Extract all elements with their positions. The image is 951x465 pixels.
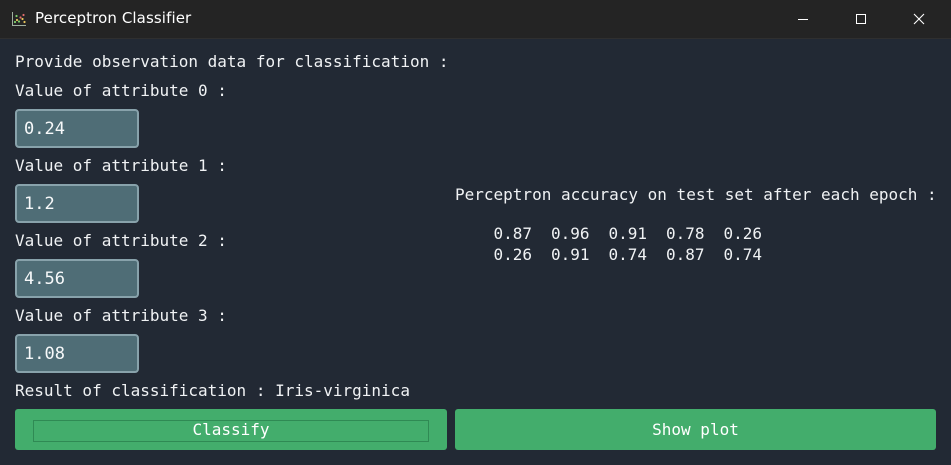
close-button[interactable]	[890, 0, 948, 38]
window-title: Perceptron Classifier	[35, 9, 192, 27]
accuracy-value: 0.26	[493, 245, 533, 264]
attribute-3-label: Value of attribute 3 :	[15, 306, 227, 325]
accuracy-row-2: 0.26 0.91 0.74 0.87 0.74	[455, 228, 781, 282]
attribute-2-input[interactable]	[17, 261, 137, 296]
accuracy-value: 0.74	[723, 245, 763, 264]
attribute-1-input[interactable]	[17, 186, 137, 221]
scatter-plot-icon	[11, 11, 27, 27]
attribute-2-label: Value of attribute 2 :	[15, 231, 227, 250]
form-prompt: Provide observation data for classificat…	[15, 52, 449, 71]
attribute-0-field[interactable]	[15, 109, 139, 148]
app-window: Perceptron Classifier Provide observatio…	[0, 0, 951, 465]
attribute-1-label: Value of attribute 1 :	[15, 156, 227, 175]
minimize-button[interactable]	[774, 0, 832, 38]
show-plot-button-label: Show plot	[652, 420, 739, 439]
accuracy-value: 0.74	[608, 245, 648, 264]
accuracy-heading: Perceptron accuracy on test set after ea…	[455, 185, 937, 204]
maximize-button[interactable]	[832, 0, 890, 38]
maximize-icon	[855, 13, 867, 25]
title-bar[interactable]: Perceptron Classifier	[0, 0, 951, 39]
attribute-0-label: Value of attribute 0 :	[15, 81, 227, 100]
close-icon	[913, 13, 925, 25]
classify-button[interactable]: Classify	[15, 409, 447, 450]
classification-result: Result of classification : Iris-virginic…	[15, 381, 410, 400]
minimize-icon	[797, 13, 809, 25]
attribute-0-input[interactable]	[17, 111, 137, 146]
attribute-2-field[interactable]	[15, 259, 139, 298]
attribute-3-input[interactable]	[17, 336, 137, 371]
accuracy-value: 0.87	[666, 245, 705, 264]
show-plot-button[interactable]: Show plot	[455, 409, 936, 450]
classify-button-label: Classify	[192, 420, 270, 439]
accuracy-value: 0.91	[551, 245, 590, 264]
attribute-3-field[interactable]	[15, 334, 139, 373]
attribute-1-field[interactable]	[15, 184, 139, 223]
